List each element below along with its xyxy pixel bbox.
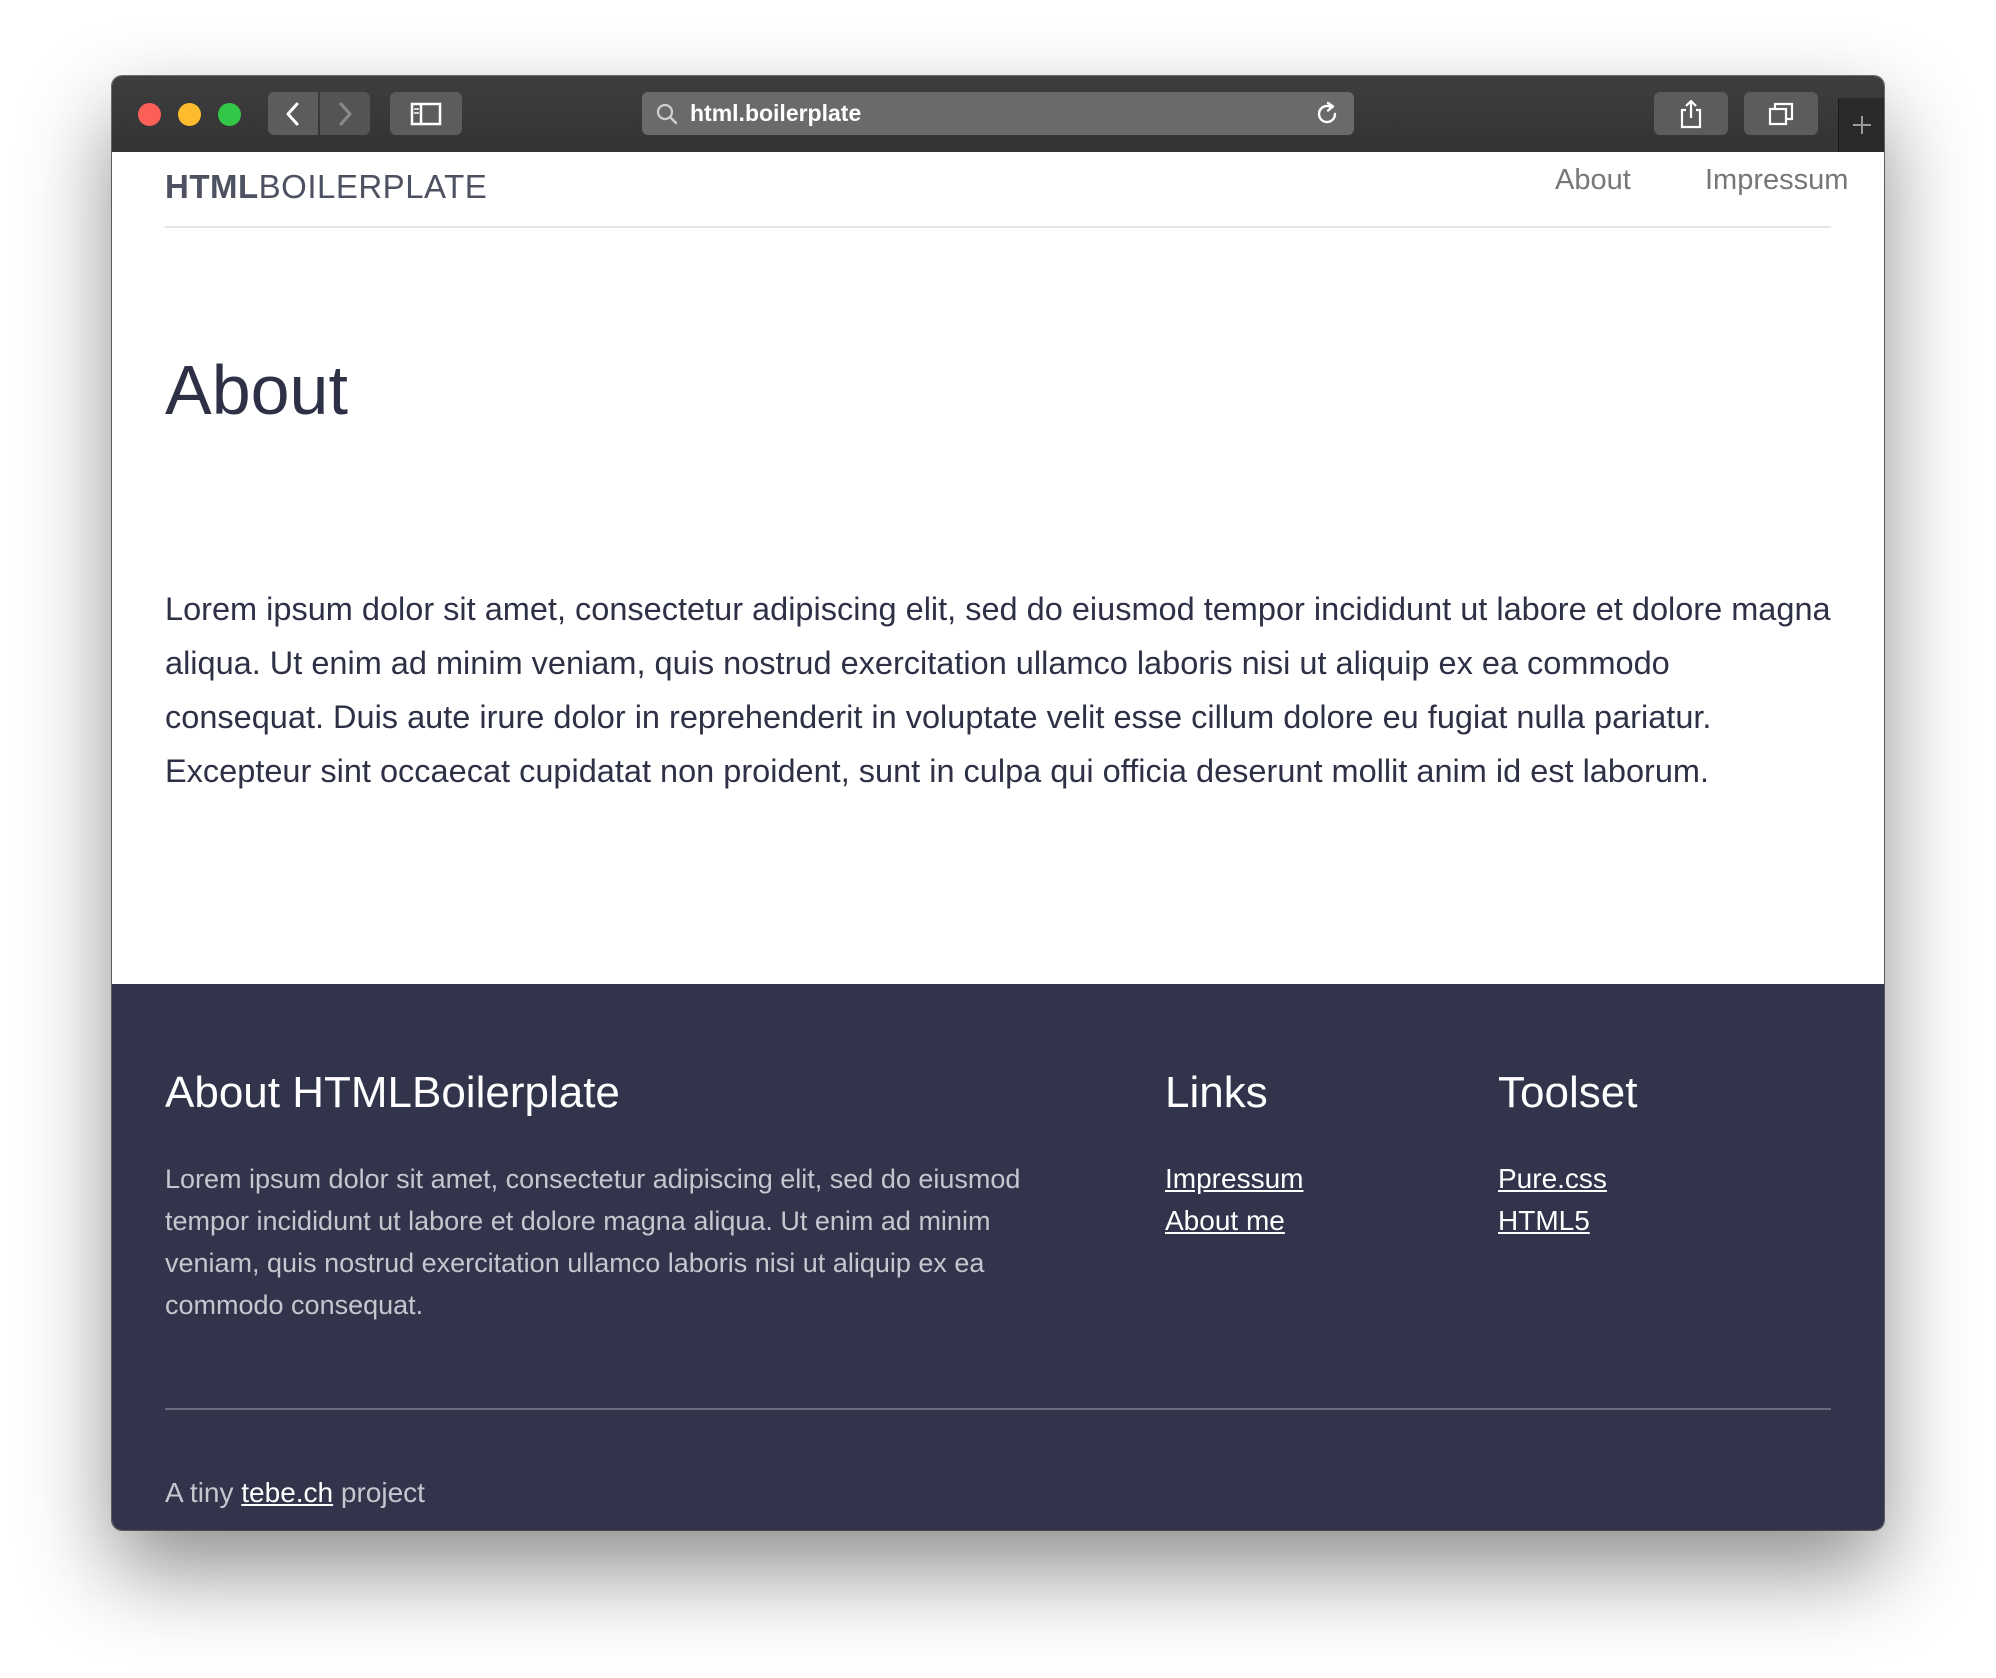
reload-icon[interactable]: [1314, 101, 1340, 127]
show-tabs-button[interactable]: [1744, 92, 1818, 135]
credit-prefix: A tiny: [165, 1477, 234, 1508]
footer-impressum-link[interactable]: Impressum: [1165, 1163, 1303, 1194]
brand-regular: BOILERPLATE: [258, 168, 488, 205]
search-icon: [656, 103, 678, 125]
back-button[interactable]: [268, 92, 318, 135]
new-tab-button[interactable]: [1838, 98, 1884, 152]
brand-bold: HTML: [165, 168, 259, 205]
plus-icon: [1853, 116, 1871, 134]
footer-divider: [165, 1408, 1831, 1410]
back-arrow-icon: [286, 102, 299, 125]
footer-purecss-link[interactable]: Pure.css: [1498, 1163, 1607, 1194]
tabs-icon: [1768, 102, 1794, 125]
tebe-link[interactable]: tebe.ch: [241, 1477, 333, 1508]
footer-links-heading: Links: [1165, 1068, 1268, 1117]
sidebar-icon: [410, 102, 442, 125]
share-icon: [1680, 99, 1702, 128]
zoom-window-button[interactable]: [218, 103, 241, 126]
nav-impressum-link[interactable]: Impressum: [1705, 164, 1848, 197]
forward-arrow-icon: [339, 102, 352, 125]
footer-about-me-link[interactable]: About me: [1165, 1205, 1285, 1236]
site-logo[interactable]: HTMLBOILERPLATE: [165, 168, 487, 206]
intro-paragraph: Lorem ipsum dolor sit amet, consectetur …: [165, 591, 1831, 789]
sidebar-toggle-button[interactable]: [390, 92, 462, 135]
nav-about-link[interactable]: About: [1555, 164, 1631, 197]
minimize-window-button[interactable]: [178, 103, 201, 126]
share-button[interactable]: [1654, 92, 1728, 135]
footer-about-text: Lorem ipsum dolor sit amet, consectetur …: [165, 1164, 1021, 1320]
browser-toolbar: html.boilerplate: [112, 76, 1884, 153]
credit-suffix: project: [340, 1477, 425, 1508]
site-footer: About HTMLBoilerplate Lorem ipsum dolor …: [112, 984, 1884, 1530]
footer-html5-link[interactable]: HTML5: [1498, 1205, 1590, 1236]
list-item: About me: [1165, 1200, 1303, 1242]
site-header: HTMLBOILERPLATE About Impressum: [165, 152, 1848, 228]
footer-toolset-heading: Toolset: [1498, 1068, 1638, 1117]
list-item: HTML5: [1498, 1200, 1607, 1242]
browser-window: html.boilerplate HTMLBOILERPLATE About I…: [112, 76, 1884, 1530]
close-window-button[interactable]: [138, 103, 161, 126]
footer-links-list: Impressum About me: [1165, 1158, 1303, 1242]
url-text: html.boilerplate: [690, 100, 862, 126]
footer-toolset-list: Pure.css HTML5: [1498, 1158, 1607, 1242]
list-item: Impressum: [1165, 1158, 1303, 1200]
address-bar[interactable]: html.boilerplate: [642, 92, 1354, 135]
page-title: About: [165, 351, 348, 429]
web-page: HTMLBOILERPLATE About Impressum About Lo…: [112, 152, 1884, 1530]
footer-credit: A tiny tebe.ch project: [165, 1477, 425, 1509]
list-item: Pure.css: [1498, 1158, 1607, 1200]
footer-about-heading: About HTMLBoilerplate: [165, 1068, 620, 1117]
forward-button[interactable]: [320, 92, 370, 135]
